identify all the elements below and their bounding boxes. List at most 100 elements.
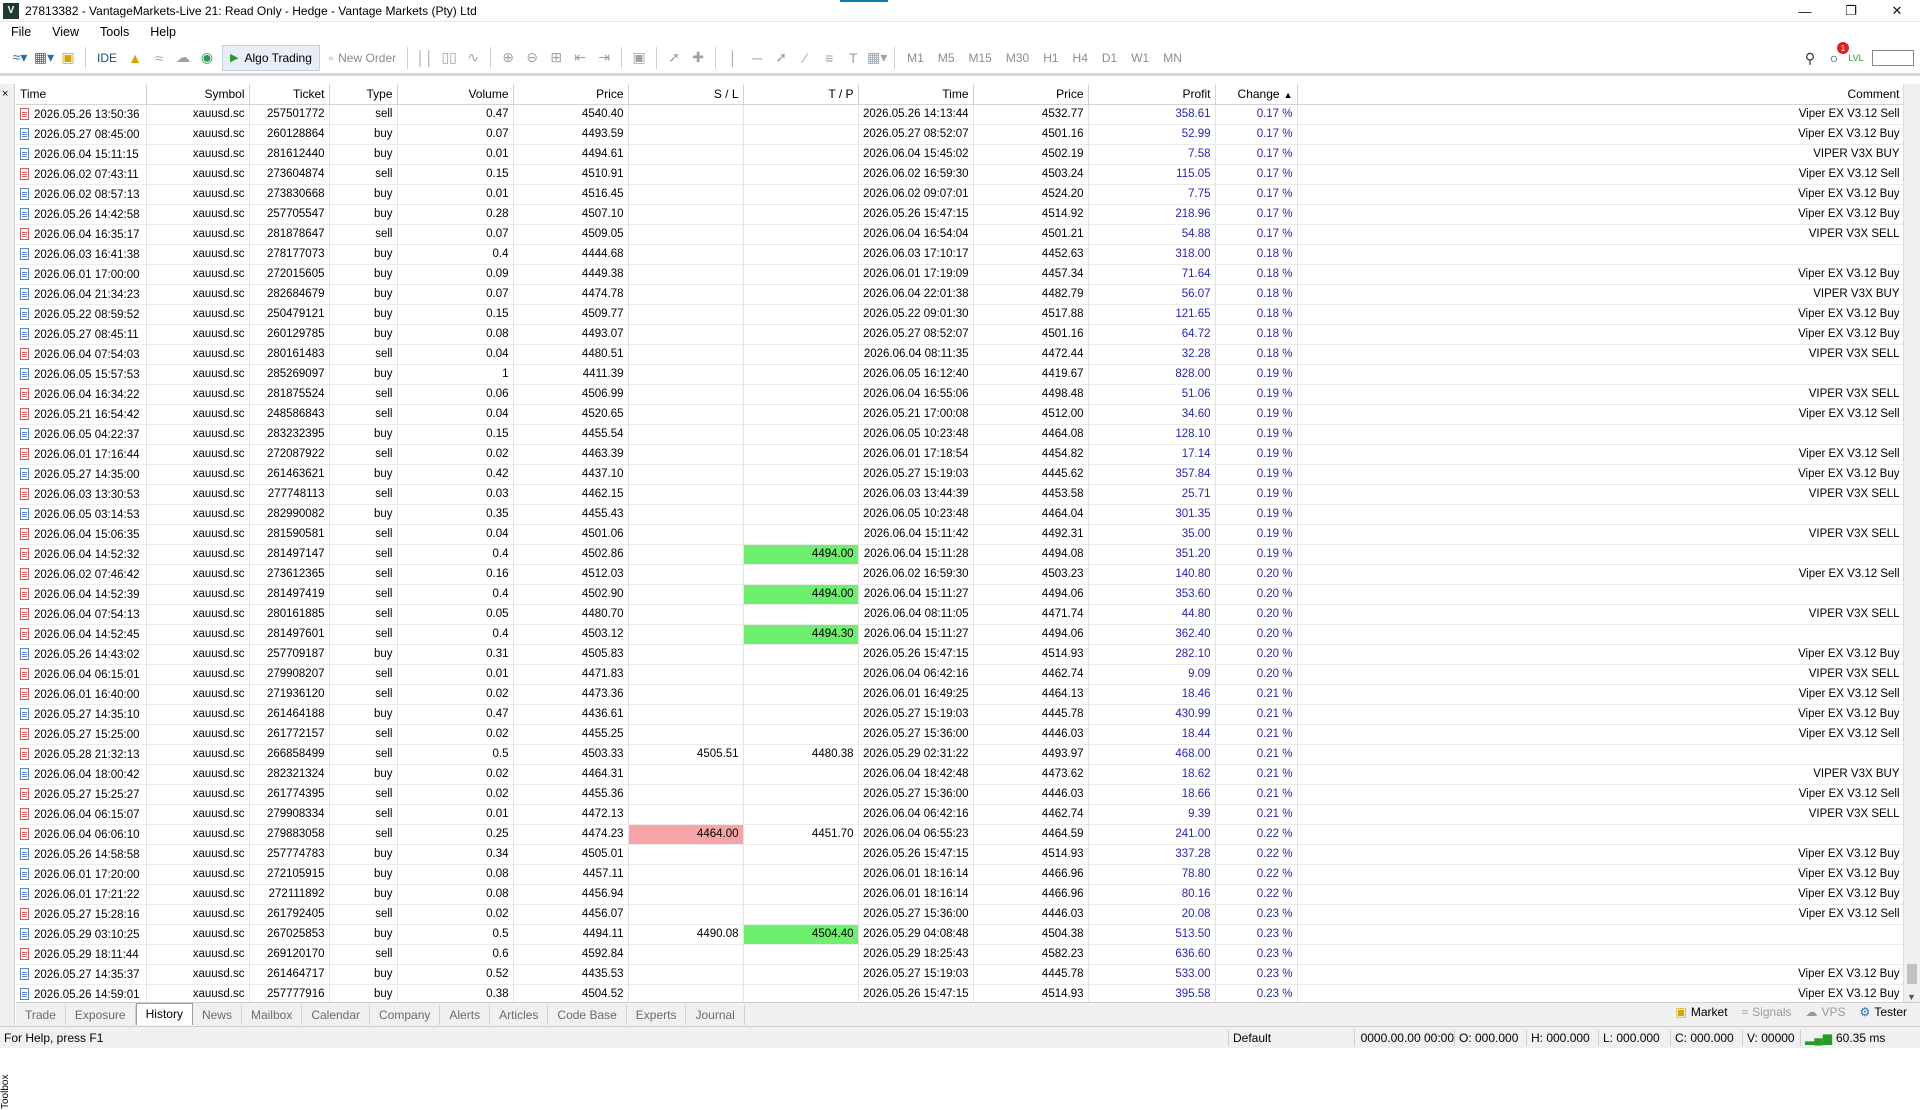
table-row[interactable]: 2026.06.05 03:14:53 xauusd.sc 282990082 buy… bbox=[16, 504, 1905, 525]
table-row[interactable]: 2026.06.01 17:21:22 xauusd.sc 272111892 buy… bbox=[16, 884, 1905, 905]
table-row[interactable]: 2026.06.01 17:16:44 xauusd.sc 272087922 sel… bbox=[16, 444, 1905, 465]
table-row[interactable]: 2026.06.05 15:57:53 xauusd.sc 285269097 buy… bbox=[16, 364, 1905, 385]
col-change[interactable]: Change ▲ bbox=[1215, 84, 1298, 105]
vps-icon[interactable]: ◉ bbox=[195, 46, 219, 70]
algo-trading-button[interactable]: ▶ Algo Trading bbox=[222, 44, 320, 71]
timeframe-h1[interactable]: H1 bbox=[1036, 51, 1065, 65]
scroll-down-arrow-icon[interactable]: ▼ bbox=[1907, 992, 1916, 1002]
new-order-button[interactable]: ▫ New Order bbox=[323, 51, 402, 65]
table-row[interactable]: 2026.06.04 15:06:35 xauusd.sc 281590581 sel… bbox=[16, 524, 1905, 545]
timeframe-d1[interactable]: D1 bbox=[1095, 51, 1124, 65]
tab-news[interactable]: News bbox=[193, 1004, 242, 1025]
tab-journal[interactable]: Journal bbox=[686, 1004, 745, 1025]
trendline-icon[interactable]: ➚ bbox=[769, 46, 793, 70]
lvl-icon[interactable]: LVL bbox=[1846, 46, 1866, 70]
status-connection[interactable]: ▂▄▆ 60.35 ms bbox=[1800, 1030, 1920, 1046]
scrollbar-thumb[interactable] bbox=[1907, 964, 1917, 984]
vertical-line-icon[interactable]: │ bbox=[721, 46, 745, 70]
tab-mailbox[interactable]: Mailbox bbox=[242, 1004, 303, 1025]
lock-icon[interactable]: ▲ bbox=[123, 46, 147, 70]
tab-company[interactable]: Company bbox=[370, 1004, 441, 1025]
table-row[interactable]: 2026.06.02 07:46:42 xauusd.sc 273612365 sel… bbox=[16, 564, 1905, 585]
table-row[interactable]: 2026.05.27 08:45:11 xauusd.sc 260129785 buy… bbox=[16, 324, 1905, 345]
profiles-icon[interactable]: ▦▾ bbox=[32, 46, 56, 70]
table-row[interactable]: 2026.06.04 07:54:03 xauusd.sc 280161483 sel… bbox=[16, 344, 1905, 365]
timeframe-w1[interactable]: W1 bbox=[1124, 51, 1156, 65]
table-row[interactable]: 2026.06.04 18:00:42 xauusd.sc 282321324 buy… bbox=[16, 764, 1905, 785]
table-row[interactable]: 2026.06.04 14:52:32 xauusd.sc 281497147 sel… bbox=[16, 544, 1905, 565]
vps-button[interactable]: ☁ VPS bbox=[1799, 1005, 1853, 1019]
table-row[interactable]: 2026.06.02 07:43:11 xauusd.sc 273604874 sel… bbox=[16, 164, 1905, 185]
col-tp[interactable]: T / P bbox=[743, 84, 859, 105]
menu-file[interactable]: File bbox=[0, 25, 41, 39]
table-row[interactable]: 2026.06.04 06:15:07 xauusd.sc 279908334 sel… bbox=[16, 804, 1905, 825]
table-row[interactable]: 2026.05.21 16:54:42 xauusd.sc 248586843 sel… bbox=[16, 404, 1905, 425]
table-row[interactable]: 2026.05.27 14:35:10 xauusd.sc 261464188 buy… bbox=[16, 704, 1905, 725]
table-row[interactable]: 2026.06.04 07:54:13 xauusd.sc 280161885 sel… bbox=[16, 604, 1905, 625]
crosshair-icon[interactable]: ✚ bbox=[686, 46, 710, 70]
col-profit[interactable]: Profit bbox=[1088, 84, 1216, 105]
table-row[interactable]: 2026.05.26 14:59:01 xauusd.sc 257777916 buy… bbox=[16, 984, 1905, 1002]
table-row[interactable]: 2026.05.26 14:43:02 xauusd.sc 257709187 buy… bbox=[16, 644, 1905, 665]
new-chart-icon[interactable]: ≈▾ bbox=[8, 46, 32, 70]
table-row[interactable]: 2026.06.04 14:52:39 xauusd.sc 281497419 sel… bbox=[16, 584, 1905, 605]
table-row[interactable]: 2026.06.01 17:20:00 xauusd.sc 272105915 buy… bbox=[16, 864, 1905, 885]
table-row[interactable]: 2026.05.27 15:28:16 xauusd.sc 261792405 sel… bbox=[16, 904, 1905, 925]
channel-icon[interactable]: ∕ bbox=[793, 46, 817, 70]
fibonacci-icon[interactable]: ≡ bbox=[817, 46, 841, 70]
table-row[interactable]: 2026.05.22 08:59:52 xauusd.sc 250479121 buy… bbox=[16, 304, 1905, 325]
menu-help[interactable]: Help bbox=[139, 25, 186, 39]
vertical-scrollbar[interactable]: ▼ bbox=[1903, 84, 1920, 1004]
bar-chart-icon[interactable]: ││ bbox=[413, 46, 437, 70]
minimize-button[interactable]: — bbox=[1782, 0, 1828, 22]
cloud-icon[interactable]: ☁ bbox=[171, 46, 195, 70]
horizontal-line-icon[interactable]: ─ bbox=[745, 46, 769, 70]
screenshot-icon[interactable]: ▣ bbox=[627, 46, 651, 70]
table-row[interactable]: 2026.06.03 16:41:38 xauusd.sc 278177073 buy… bbox=[16, 244, 1905, 265]
table-row[interactable]: 2026.06.05 04:22:37 xauusd.sc 283232395 buy… bbox=[16, 424, 1905, 445]
zoom-out-icon[interactable]: ⊖ bbox=[520, 46, 544, 70]
timeframe-mn[interactable]: MN bbox=[1156, 51, 1189, 65]
table-row[interactable]: 2026.05.26 14:42:58 xauusd.sc 257705547 buy… bbox=[16, 204, 1905, 225]
menu-tools[interactable]: Tools bbox=[89, 25, 139, 39]
col-sl[interactable]: S / L bbox=[628, 84, 744, 105]
tab-experts[interactable]: Experts bbox=[627, 1004, 687, 1025]
col-close-time[interactable]: Time bbox=[858, 84, 974, 105]
table-row[interactable]: 2026.06.02 08:57:13 xauusd.sc 273830668 buy… bbox=[16, 184, 1905, 205]
table-row[interactable]: 2026.05.27 08:45:00 xauusd.sc 260128864 buy… bbox=[16, 124, 1905, 145]
line-chart-icon[interactable]: ∿ bbox=[461, 46, 485, 70]
tab-code-base[interactable]: Code Base bbox=[548, 1004, 627, 1025]
table-row[interactable]: 2026.05.28 21:32:13 xauusd.sc 266858499 sel… bbox=[16, 744, 1905, 765]
table-row[interactable]: 2026.06.03 13:30:53 xauusd.sc 277748113 sel… bbox=[16, 484, 1905, 505]
market-watch-icon[interactable]: ▣ bbox=[56, 46, 80, 70]
table-row[interactable]: 2026.06.04 14:52:45 xauusd.sc 281497601 sel… bbox=[16, 624, 1905, 645]
signals-button[interactable]: ≈ Signals bbox=[1735, 1005, 1799, 1019]
market-button[interactable]: ▣ Market bbox=[1669, 1005, 1735, 1019]
timeframe-m15[interactable]: M15 bbox=[962, 51, 999, 65]
table-row[interactable]: 2026.05.27 15:25:27 xauusd.sc 261774395 sel… bbox=[16, 784, 1905, 805]
tab-exposure[interactable]: Exposure bbox=[66, 1004, 136, 1025]
zoom-in-icon[interactable]: ⊕ bbox=[496, 46, 520, 70]
autoscroll-icon[interactable]: ⇤ bbox=[568, 46, 592, 70]
timeframe-m5[interactable]: M5 bbox=[931, 51, 962, 65]
table-row[interactable]: 2026.05.29 18:11:44 xauusd.sc 269120170 sel… bbox=[16, 944, 1905, 965]
timeframe-h4[interactable]: H4 bbox=[1066, 51, 1095, 65]
table-row[interactable]: 2026.06.04 16:34:22 xauusd.sc 281875524 sel… bbox=[16, 384, 1905, 405]
tester-button[interactable]: ⚙ Tester bbox=[1853, 1005, 1914, 1019]
timeframe-m30[interactable]: M30 bbox=[999, 51, 1036, 65]
tab-calendar[interactable]: Calendar bbox=[302, 1004, 371, 1025]
table-row[interactable]: 2026.06.01 17:00:00 xauusd.sc 272015605 buy… bbox=[16, 264, 1905, 285]
table-row[interactable]: 2026.06.04 06:15:01 xauusd.sc 279908207 sel… bbox=[16, 664, 1905, 685]
table-row[interactable]: 2026.05.26 14:58:58 xauusd.sc 257774783 buy… bbox=[16, 844, 1905, 865]
col-ticket[interactable]: Ticket bbox=[249, 84, 330, 105]
col-type[interactable]: Type bbox=[329, 84, 398, 105]
search-icon[interactable]: ⚲ bbox=[1798, 46, 1822, 70]
col-open-price[interactable]: Price bbox=[513, 84, 629, 105]
toolbox-close-icon[interactable]: × bbox=[2, 88, 8, 100]
tab-alerts[interactable]: Alerts bbox=[440, 1004, 491, 1025]
col-volume[interactable]: Volume bbox=[397, 84, 514, 105]
close-button[interactable]: ✕ bbox=[1874, 0, 1920, 22]
table-row[interactable]: 2026.06.04 16:35:17 xauusd.sc 281878647 sel… bbox=[16, 224, 1905, 245]
col-symbol[interactable]: Symbol bbox=[146, 84, 250, 105]
col-comment[interactable]: Comment bbox=[1297, 84, 1905, 105]
